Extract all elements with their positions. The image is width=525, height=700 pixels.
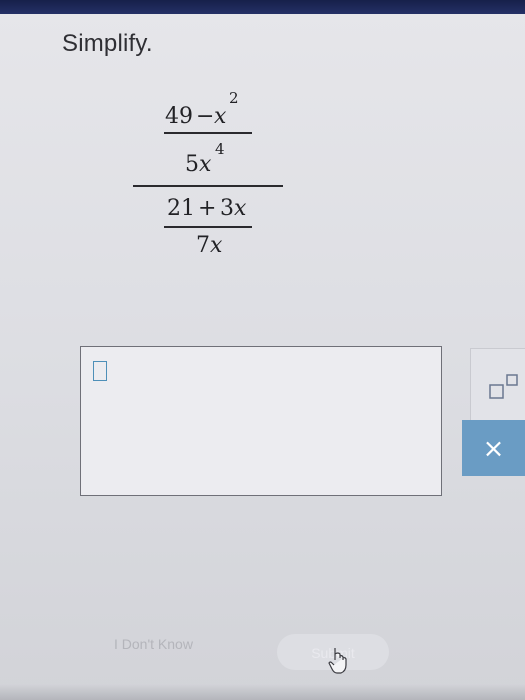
bottom-denominator-variable: x bbox=[210, 233, 223, 258]
answer-input[interactable] bbox=[80, 346, 442, 496]
top-numerator-operator: − bbox=[196, 104, 215, 129]
bottom-numerator-constant: 21 bbox=[167, 196, 195, 221]
fraction-template-icon[interactable] bbox=[487, 373, 525, 403]
bottom-numerator-operator: + bbox=[198, 196, 217, 221]
bottom-edge bbox=[0, 684, 525, 700]
inner-fraction-bar-bottom bbox=[164, 226, 252, 228]
main-fraction-bar bbox=[133, 185, 283, 187]
top-header-bar bbox=[0, 0, 525, 14]
input-slot-placeholder[interactable] bbox=[93, 361, 107, 381]
top-denominator-exponent: 4 bbox=[215, 140, 225, 158]
question-prompt: Simplify. bbox=[62, 30, 153, 57]
bottom-numerator-variable: x bbox=[234, 196, 247, 221]
inner-fraction-bar-top bbox=[164, 132, 252, 134]
hand-pointer-icon bbox=[328, 648, 347, 674]
top-denominator-coefficient: 5 bbox=[185, 152, 199, 177]
bottom-numerator-term: 3 bbox=[220, 196, 234, 221]
top-numerator-constant: 49 bbox=[165, 104, 193, 129]
clear-button[interactable]: × bbox=[462, 420, 525, 476]
dont-know-link[interactable]: I Don't Know bbox=[114, 636, 193, 652]
top-numerator-exponent: 2 bbox=[229, 89, 239, 107]
top-denominator-variable: x bbox=[199, 152, 212, 177]
top-numerator-variable: x bbox=[214, 104, 227, 129]
bottom-denominator-coefficient: 7 bbox=[196, 233, 210, 258]
